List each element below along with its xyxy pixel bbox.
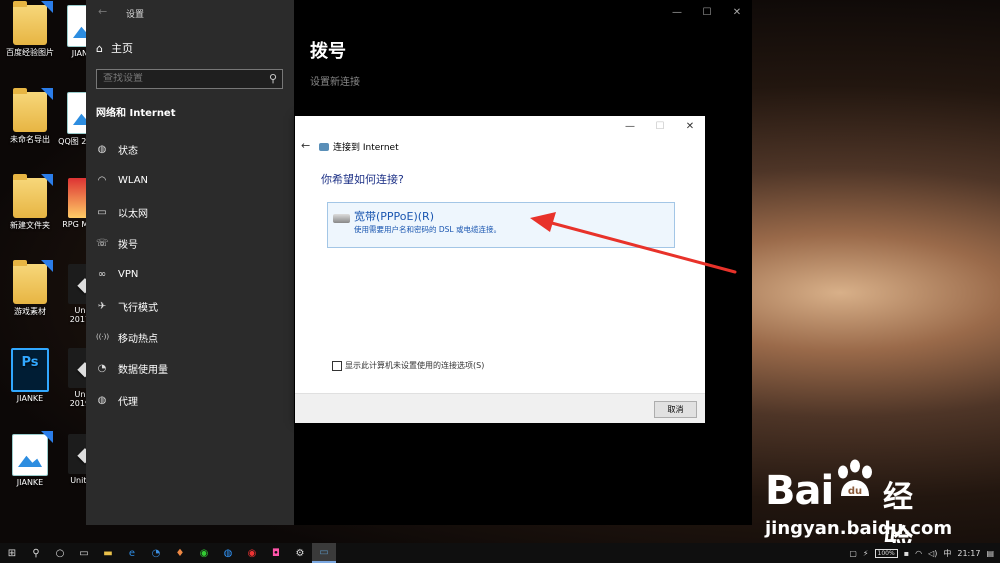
plug-icon[interactable]: ⚡ (863, 549, 869, 558)
tray-icon[interactable]: ▢ (849, 549, 857, 558)
start-icon[interactable]: ⊞ (0, 543, 24, 563)
tray-app-icon[interactable]: ▪ (904, 549, 909, 558)
app-icon-pink[interactable]: ◘ (264, 543, 288, 563)
ime-icon[interactable]: 中 (943, 548, 951, 559)
system-tray: ▢ ⚡ 100% ▪ ◠ ◁) 中 21:17 ▤ (849, 543, 1000, 563)
network-wizard-icon[interactable]: ▭ (312, 543, 336, 563)
watermark-url: jingyan.baidu.com (765, 518, 953, 539)
app-icon[interactable]: ♦ (168, 543, 192, 563)
paw-icon: du (838, 459, 872, 497)
search-icon[interactable]: ⚲ (24, 543, 48, 563)
battery-indicator[interactable]: 100% (874, 548, 898, 558)
notification-icon[interactable]: ▤ (986, 549, 994, 558)
file-explorer-icon[interactable]: ▬ (96, 543, 120, 563)
clock[interactable]: 21:17 (957, 549, 980, 558)
svg-text:du: du (848, 486, 862, 497)
cortana-icon[interactable]: ○ (48, 543, 72, 563)
wifi-icon[interactable]: ◠ (915, 549, 922, 558)
clock-app-icon[interactable]: ◔ (144, 543, 168, 563)
task-view-icon[interactable]: ▭ (72, 543, 96, 563)
settings-icon[interactable]: ⚙ (288, 543, 312, 563)
taskbar: ⊞ ⚲ ○ ▭ ▬ e ◔ ♦ ◉ ◍ ◉ ◘ ⚙ ▭ ▢ ⚡ 100% ▪ ◠… (0, 543, 1000, 563)
annotation-arrow-head (530, 212, 556, 232)
volume-icon[interactable]: ◁) (928, 549, 937, 558)
netease-music-icon[interactable]: ◉ (240, 543, 264, 563)
edge-icon[interactable]: e (120, 543, 144, 563)
wechat-icon[interactable]: ◉ (192, 543, 216, 563)
watermark-bai: Bai (765, 468, 834, 514)
qq-browser-icon[interactable]: ◍ (216, 543, 240, 563)
annotation-arrow-shaft (546, 220, 737, 274)
